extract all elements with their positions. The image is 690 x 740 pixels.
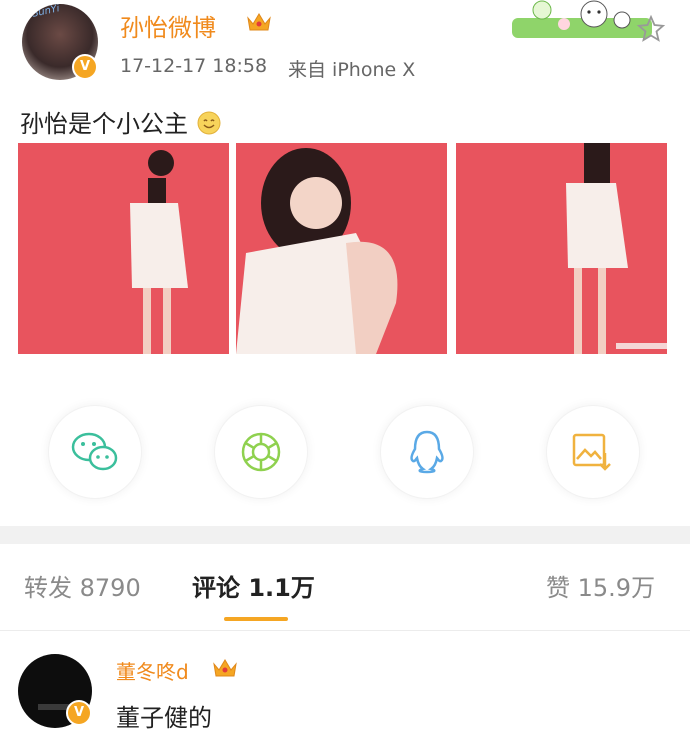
tab-repost-count: 8790 [79,574,141,602]
avatar-caption: SunYi [31,4,61,20]
save-image-icon [572,433,611,471]
tab-comments-label: 评论 [192,574,240,602]
post-time: 17-12-17 18:58 [120,55,268,77]
section-divider [0,526,690,544]
tab-comments[interactable]: 评论 1.1万 [192,568,315,603]
decoration-sticker-icon [512,0,652,38]
save-image-button[interactable] [546,405,640,499]
qq-icon [410,430,444,474]
post-source[interactable]: 来自 iPhone X [288,55,415,82]
post-photo-1[interactable] [18,143,229,354]
active-tab-indicator [224,617,288,621]
author-name[interactable]: 孙怡微博 [120,8,216,43]
tab-comments-count: 1.1万 [248,574,315,602]
commenter-verified-badge: V [66,700,92,726]
tab-likes-count: 15.9万 [577,574,656,602]
verified-badge: V [72,54,98,80]
favorite-star-icon[interactable] [636,14,666,44]
tab-repost[interactable]: 转发 8790 [24,568,141,603]
commenter-name[interactable]: 董冬咚d [116,656,189,685]
tab-likes[interactable]: 赞 15.9万 [546,568,655,603]
crown-icon [247,13,271,31]
post-text-row: 孙怡是个小公主 [20,104,222,139]
post-text: 孙怡是个小公主 [20,110,188,138]
tab-divider [0,630,690,631]
post-photo-3[interactable] [456,143,667,354]
tab-repost-label: 转发 [24,574,72,602]
commenter-crown-icon [213,659,237,677]
comment-text: 董子健的 [116,704,212,732]
share-wechat-button[interactable] [48,405,142,499]
post-photo-2[interactable] [236,143,447,354]
share-moments-button[interactable] [214,405,308,499]
tab-likes-label: 赞 [546,574,570,602]
smile-emoji-icon [197,111,221,135]
moments-icon [241,432,281,472]
share-qq-button[interactable] [380,405,474,499]
wechat-icon [71,432,118,471]
